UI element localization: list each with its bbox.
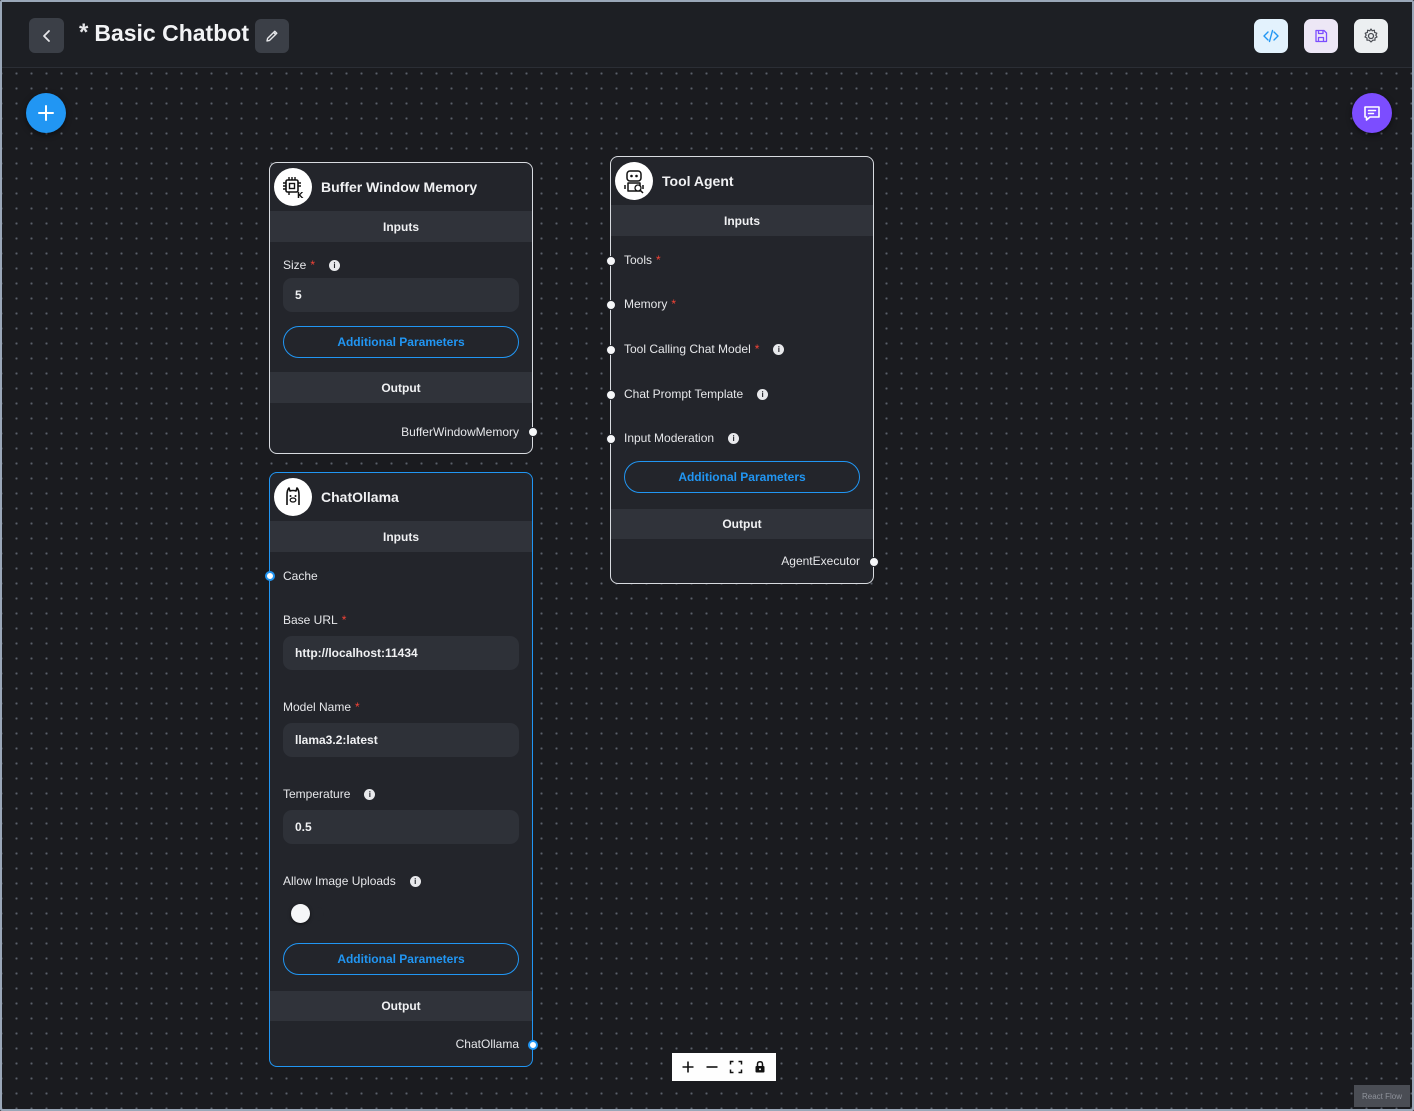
additional-parameters-button[interactable]: Additional Parameters — [283, 326, 519, 358]
base-url-input[interactable]: http://localhost:11434 — [283, 636, 519, 670]
fit-view-icon — [729, 1060, 743, 1074]
model-name-label: Model Name — [283, 700, 352, 714]
size-label: Size — [283, 258, 307, 272]
zoom-out-button[interactable] — [701, 1056, 723, 1078]
gear-icon — [1364, 28, 1378, 43]
lock-button[interactable] — [749, 1056, 771, 1078]
code-icon — [1263, 29, 1279, 43]
node-title: Buffer Window Memory — [321, 179, 478, 195]
memory-input-handle[interactable] — [606, 300, 616, 310]
add-node-button[interactable] — [26, 93, 66, 133]
moderation-input-handle[interactable] — [606, 434, 616, 444]
cache-input-handle[interactable] — [265, 571, 275, 581]
temperature-input[interactable]: 0.5 — [283, 810, 519, 844]
tools-input-handle[interactable] — [606, 256, 616, 266]
attribution[interactable]: React Flow — [1354, 1085, 1410, 1107]
additional-parameters-button[interactable]: Additional Parameters — [283, 943, 519, 975]
chevron-left-icon — [42, 29, 50, 42]
memory-chip-icon: K — [274, 168, 312, 206]
chat-icon — [1364, 106, 1380, 121]
prompt-template-input-handle[interactable] — [606, 390, 616, 400]
save-icon — [1315, 29, 1328, 43]
required-mark: * — [341, 613, 347, 627]
node-title: Tool Agent — [662, 173, 734, 189]
required-mark: * — [754, 342, 760, 356]
output-name: BufferWindowMemory — [401, 425, 519, 439]
output-header: Output — [270, 372, 532, 403]
required-mark: * — [310, 258, 316, 272]
save-button[interactable] — [1304, 19, 1338, 53]
node-tool-agent[interactable]: Tool Agent Inputs Tools * Memory * Tool … — [606, 156, 879, 584]
info-icon[interactable]: i — [773, 343, 785, 355]
page-title: Basic Chatbot — [94, 19, 249, 46]
fit-view-button[interactable] — [725, 1056, 747, 1078]
zoom-in-button[interactable] — [677, 1056, 699, 1078]
settings-button[interactable] — [1354, 19, 1388, 53]
node-chat-ollama[interactable]: ChatOllama Inputs Cache Base URL * http:… — [265, 472, 538, 1067]
plus-icon — [682, 1061, 694, 1073]
llama-icon — [274, 478, 312, 516]
node-buffer-window-memory[interactable]: K Buffer Window Memory Inputs Size * i 5… — [269, 162, 538, 454]
lock-icon — [755, 1061, 765, 1073]
output-name: AgentExecutor — [781, 554, 860, 568]
pencil-icon — [266, 30, 278, 42]
chat-prompt-template-label: Chat Prompt Template — [624, 387, 744, 401]
info-icon[interactable]: i — [364, 788, 376, 800]
tool-calling-chat-model-label: Tool Calling Chat Model — [624, 342, 751, 356]
chat-button[interactable] — [1352, 93, 1392, 133]
model-name-input[interactable]: llama3.2:latest — [283, 723, 519, 757]
plus-icon — [38, 105, 54, 121]
base-url-label: Base URL — [283, 613, 338, 627]
inputs-header: Inputs — [611, 205, 873, 236]
minus-icon — [706, 1066, 718, 1068]
chat-model-input-handle[interactable] — [606, 345, 616, 355]
input-moderation-label: Input Moderation — [624, 431, 715, 445]
robot-icon — [615, 162, 653, 200]
cache-label: Cache — [283, 569, 318, 583]
allow-image-uploads-label: Allow Image Uploads — [283, 874, 396, 888]
svg-text:K: K — [297, 191, 304, 200]
node-title: ChatOllama — [321, 489, 399, 505]
top-bar: * Basic Chatbot — [2, 2, 1412, 68]
memory-label: Memory — [624, 297, 668, 311]
output-handle[interactable] — [528, 427, 538, 437]
info-icon[interactable]: i — [409, 875, 421, 887]
additional-parameters-button[interactable]: Additional Parameters — [624, 461, 860, 493]
tools-label: Tools — [624, 253, 653, 267]
edit-title-button[interactable] — [255, 19, 289, 53]
output-handle[interactable] — [869, 557, 879, 567]
info-icon[interactable]: i — [757, 388, 769, 400]
required-mark: * — [656, 253, 661, 267]
back-button[interactable] — [29, 18, 64, 53]
temperature-label: Temperature — [283, 787, 351, 801]
unsaved-indicator: * — [79, 19, 89, 46]
info-icon[interactable]: i — [728, 432, 740, 444]
output-handle[interactable] — [528, 1040, 538, 1050]
output-header: Output — [270, 991, 532, 1021]
canvas-controls — [672, 1053, 776, 1081]
toggle-thumb[interactable] — [291, 904, 310, 923]
flow-canvas[interactable]: * Basic Chatbot K Buffer Window Memory I… — [0, 0, 1414, 1111]
inputs-header: Inputs — [270, 521, 532, 552]
required-mark: * — [671, 297, 677, 311]
api-code-button[interactable] — [1254, 19, 1288, 53]
required-mark: * — [355, 700, 360, 714]
output-name: ChatOllama — [455, 1037, 519, 1051]
output-header: Output — [611, 509, 873, 539]
size-input[interactable]: 5 — [283, 278, 519, 312]
info-icon[interactable]: i — [329, 259, 341, 271]
inputs-header: Inputs — [270, 211, 532, 242]
